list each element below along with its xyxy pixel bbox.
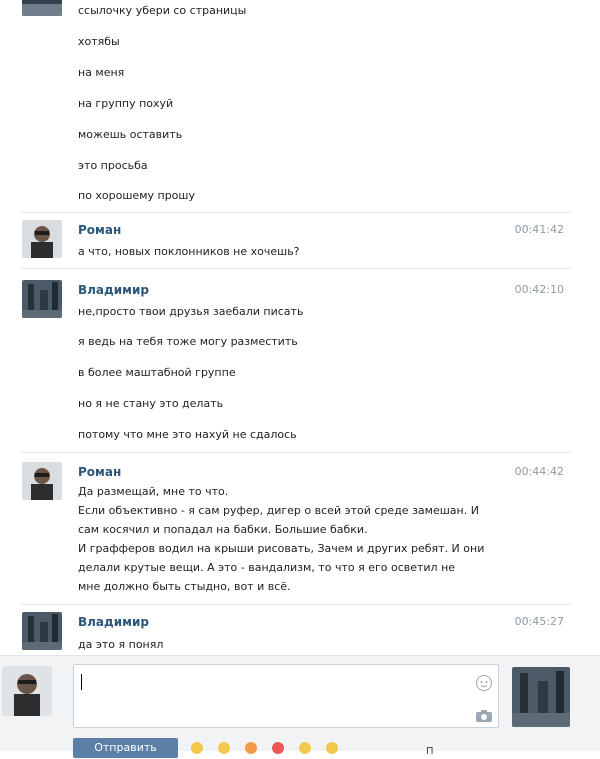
avatar[interactable] [22,0,62,16]
message-composer: Отправить П [0,655,600,758]
avatar[interactable] [22,220,62,258]
message-text: да это я понял [78,638,164,651]
divider [20,452,572,453]
avatar[interactable] [22,462,62,500]
emoji-icon[interactable] [190,740,206,754]
message-text: Да размещай, мне то что. Если объективно… [78,485,485,593]
avatar[interactable] [22,280,62,318]
smile-icon[interactable] [476,675,492,691]
message-text: по хорошему прошу [78,189,195,202]
emoji-strip [190,740,347,754]
message-text: а что, новых поклонников не хочешь? [78,245,300,258]
message-text: но я не стану это делать [78,397,224,410]
message-text: я ведь на тебя тоже могу разместить [78,335,298,348]
message-text: это просьба [78,159,148,172]
message-text: потому что мне это нахуй не сдалось [78,428,297,441]
my-avatar[interactable] [2,666,52,716]
message-author[interactable]: Владимир [78,615,149,629]
message-author[interactable]: Роман [78,223,121,237]
message-text: хотябы [78,35,120,48]
message-text: можешь оставить [78,128,183,141]
peer-avatar[interactable] [512,667,570,727]
text-caret [81,674,82,690]
message-text: на группу похуй [78,97,174,110]
emoji-icon[interactable] [244,740,260,754]
divider [20,604,572,605]
message-input[interactable] [73,664,499,728]
chat-history: ссылочку убери со страницы хотябы на мен… [0,0,600,655]
extra-option-label[interactable]: П [426,746,434,757]
message-text: не,просто твои друзья заебали писать [78,305,304,318]
emoji-icon[interactable] [325,740,341,754]
message-time[interactable]: 00:45:27 [515,615,564,628]
message-time[interactable]: 00:41:42 [515,223,564,236]
message-time[interactable]: 00:44:42 [515,465,564,478]
send-button[interactable]: Отправить [73,738,178,758]
avatar[interactable] [22,612,62,650]
emoji-icon[interactable] [298,740,314,754]
message-text: на меня [78,66,125,79]
divider [20,268,572,269]
camera-icon[interactable] [475,708,493,722]
emoji-icon[interactable] [271,740,287,754]
message-author[interactable]: Владимир [78,283,149,297]
message-text: в более маштабной группе [78,366,236,379]
emoji-icon[interactable] [217,740,233,754]
message-time[interactable]: 00:42:10 [515,283,564,296]
divider [20,212,572,213]
message-author[interactable]: Роман [78,465,121,479]
message-text: ссылочку убери со страницы [78,4,247,17]
